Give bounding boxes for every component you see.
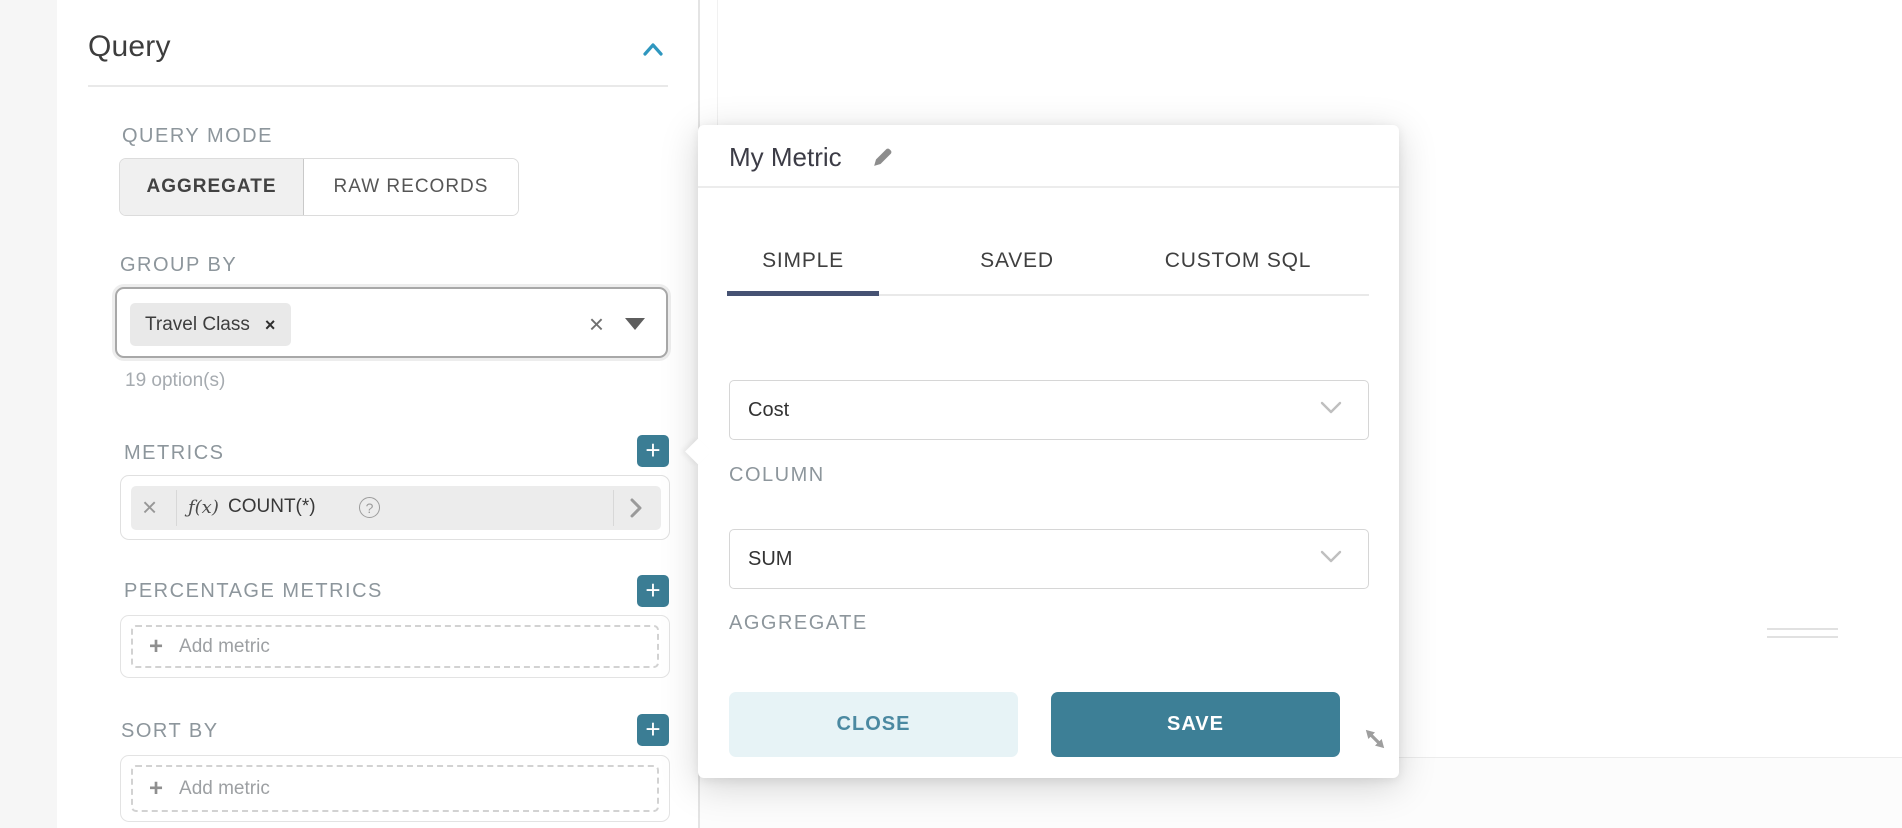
group-by-label: GROUP BY (120, 254, 237, 277)
section-divider (88, 85, 668, 87)
aggregate-label: AGGREGATE (729, 612, 868, 635)
chevron-down-icon (1320, 401, 1342, 419)
popover-header-divider (698, 186, 1399, 188)
metric-item[interactable]: × ƒ(x) COUNT(*) ? (131, 486, 661, 530)
metrics-label: METRICS (124, 442, 225, 465)
metrics-container: × ƒ(x) COUNT(*) ? (120, 475, 670, 540)
travel-class-tag[interactable]: Travel Class × (130, 303, 291, 346)
options-count: 19 option(s) (125, 370, 225, 392)
aggregate-button[interactable]: AGGREGATE (120, 159, 304, 215)
drag-handle-bar (1767, 636, 1838, 638)
sort-by-label: SORT BY (121, 720, 219, 743)
percentage-add-metric-dropzone[interactable]: + Add metric (131, 625, 659, 668)
add-metric-placeholder: Add metric (179, 636, 270, 658)
collapse-section-button[interactable] (643, 42, 663, 58)
help-icon[interactable]: ? (359, 497, 380, 518)
pencil-icon[interactable] (870, 144, 896, 170)
tag-label: Travel Class (145, 314, 250, 336)
pill-divider (613, 490, 614, 526)
column-label: COLUMN (729, 464, 825, 487)
drag-handle[interactable] (1767, 628, 1838, 638)
group-by-select[interactable]: Travel Class × × (115, 287, 668, 358)
sort-by-add-metric-dropzone[interactable]: + Add metric (131, 765, 659, 812)
tab-custom-sql[interactable]: CUSTOM SQL (1143, 237, 1333, 285)
add-metric-placeholder: Add metric (179, 778, 270, 800)
fx-icon: ƒ(x) (188, 497, 219, 518)
caret-down-icon[interactable] (625, 318, 645, 330)
metric-popover-tabs: SIMPLE SAVED CUSTOM SQL (698, 225, 1399, 300)
query-control-panel: Query QUERY MODE AGGREGATE RAW RECORDS G… (57, 0, 699, 828)
query-mode-label: QUERY MODE (122, 125, 273, 148)
metric-edit-popover: My Metric SIMPLE SAVED CUSTOM SQL COLUMN… (698, 125, 1399, 778)
clear-selection-icon[interactable]: × (589, 311, 604, 337)
plus-icon: + (149, 635, 163, 659)
remove-tag-icon[interactable]: × (265, 316, 276, 334)
plus-icon: + (645, 716, 660, 742)
column-value: Cost (748, 399, 1320, 422)
popover-title: My Metric (729, 142, 842, 173)
add-metric-button[interactable]: + (637, 435, 669, 467)
plus-icon: + (645, 437, 660, 463)
raw-records-button[interactable]: RAW RECORDS (304, 159, 518, 215)
aggregate-select[interactable]: SUM (729, 529, 1369, 589)
column-select[interactable]: Cost (729, 380, 1369, 440)
percentage-metrics-container: + Add metric (120, 615, 670, 678)
sort-by-container: + Add metric (120, 755, 670, 822)
plus-icon: + (645, 577, 660, 603)
drag-handle-bar (1767, 628, 1838, 630)
tab-ink-bar (727, 291, 879, 296)
save-button[interactable]: SAVE (1051, 692, 1340, 757)
add-sort-by-button[interactable]: + (637, 714, 669, 746)
chevron-down-icon (1320, 550, 1342, 568)
pill-divider (176, 490, 177, 526)
aggregate-value: SUM (748, 548, 1320, 571)
tab-simple[interactable]: SIMPLE (727, 237, 879, 285)
query-section-title: Query (88, 30, 171, 64)
plus-icon: + (149, 777, 163, 801)
chevron-up-icon (643, 45, 663, 62)
remove-metric-icon[interactable]: × (142, 494, 157, 520)
close-button[interactable]: CLOSE (729, 692, 1018, 757)
metric-name: COUNT(*) (228, 496, 316, 518)
left-gutter (0, 0, 57, 828)
query-mode-segmented-control: AGGREGATE RAW RECORDS (119, 158, 519, 216)
percentage-metrics-label: PERCENTAGE METRICS (124, 580, 383, 603)
tab-saved[interactable]: SAVED (941, 237, 1093, 285)
resize-icon[interactable] (1361, 725, 1389, 753)
add-percentage-metric-button[interactable]: + (637, 575, 669, 607)
chart-builder-screen: Query QUERY MODE AGGREGATE RAW RECORDS G… (0, 0, 1902, 828)
chevron-right-icon[interactable] (629, 497, 643, 519)
